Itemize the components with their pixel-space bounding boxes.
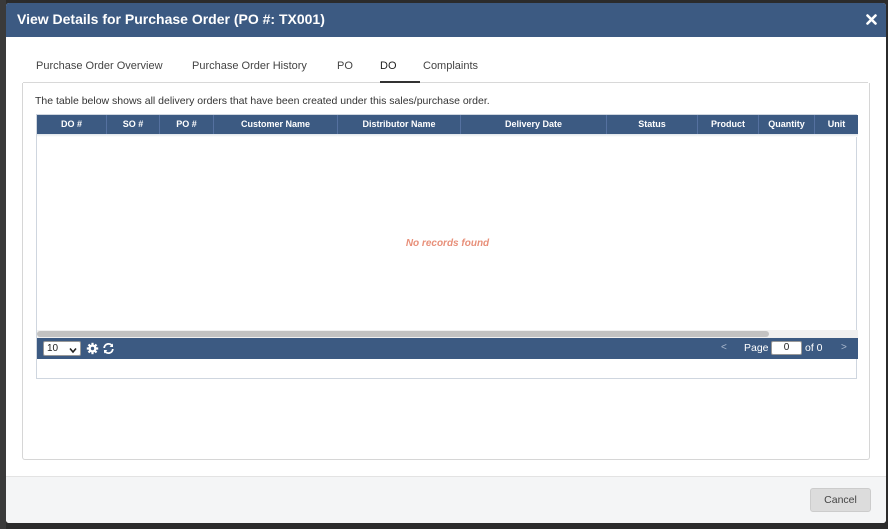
column-header-quantity[interactable]: Quantity [759, 115, 815, 134]
do-tab-panel: The table below shows all delivery order… [22, 83, 870, 460]
tab-bar: Purchase Order Overview Purchase Order H… [23, 53, 868, 83]
page-size-select[interactable]: 10 [43, 341, 81, 356]
horizontal-scrollbar[interactable] [37, 330, 858, 338]
grid-pager: 10 < Page 0 of 0 > [37, 338, 858, 359]
close-icon[interactable] [864, 10, 878, 28]
column-header-unit[interactable]: Unit [815, 115, 858, 134]
header-shadow [37, 134, 858, 137]
next-page-button[interactable]: > [841, 342, 847, 353]
delivery-orders-grid: DO # SO # PO # Customer Name Distributor… [36, 114, 858, 379]
modal-footer: Cancel [6, 476, 886, 523]
gear-icon[interactable] [86, 342, 99, 355]
grid-header-row: DO # SO # PO # Customer Name Distributor… [37, 115, 858, 134]
column-header-delivery-date[interactable]: Delivery Date [461, 115, 607, 134]
tab-purchase-order-history[interactable]: Purchase Order History [192, 60, 307, 72]
page-label: Page [744, 342, 769, 354]
modal-header: View Details for Purchase Order (PO #: T… [6, 3, 886, 37]
column-header-do[interactable]: DO # [37, 115, 107, 134]
page-number-input[interactable]: 0 [771, 341, 802, 355]
scrollbar-thumb[interactable] [37, 331, 769, 337]
tab-do[interactable]: DO [380, 60, 397, 72]
column-header-customer-name[interactable]: Customer Name [214, 115, 338, 134]
panel-description: The table below shows all delivery order… [35, 95, 490, 107]
po-details-modal: View Details for Purchase Order (PO #: T… [6, 3, 886, 523]
tab-purchase-order-overview[interactable]: Purchase Order Overview [36, 60, 163, 72]
page-total-label: of 0 [805, 342, 823, 354]
column-header-status[interactable]: Status [607, 115, 698, 134]
column-header-so[interactable]: SO # [107, 115, 160, 134]
cancel-button[interactable]: Cancel [810, 488, 871, 512]
empty-state-message: No records found [405, 238, 490, 249]
page-size-value: 10 [47, 343, 59, 354]
column-header-product[interactable]: Product [698, 115, 759, 134]
refresh-icon[interactable] [102, 342, 115, 355]
previous-page-button[interactable]: < [721, 342, 727, 353]
column-header-distributor-name[interactable]: Distributor Name [338, 115, 461, 134]
column-header-po[interactable]: PO # [160, 115, 214, 134]
tab-po[interactable]: PO [337, 60, 353, 72]
tab-complaints[interactable]: Complaints [423, 60, 478, 72]
chevron-down-icon [69, 345, 77, 358]
modal-title: View Details for Purchase Order (PO #: T… [17, 11, 325, 27]
